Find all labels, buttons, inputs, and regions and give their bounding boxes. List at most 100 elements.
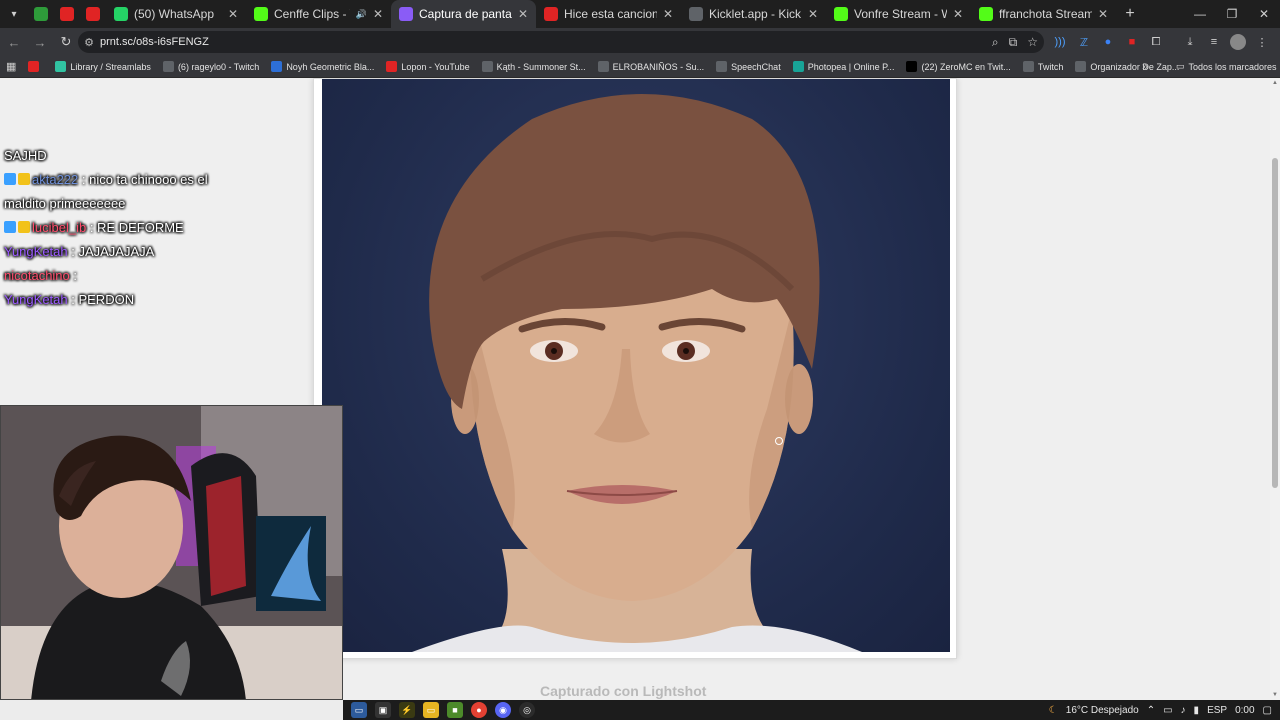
apps-grid-icon[interactable]: ▦ [0,60,22,73]
chrome-icon[interactable]: ● [471,702,487,718]
download-icon[interactable]: ⤓ [1182,34,1198,50]
address-bar[interactable]: ⚙ prnt.sc/o8s-i6sFENGZ ⌕ ⧉ ☆ [78,31,1044,53]
minimize-button[interactable]: — [1184,0,1216,28]
chat-badge-icon [4,221,16,233]
page-scrollbar[interactable]: ▲ ▼ [1270,78,1280,700]
minecraft-icon[interactable]: ■ [447,702,463,718]
scroll-up-icon[interactable]: ▲ [1272,80,1278,86]
zoom-icon[interactable]: ⌕ [992,35,999,50]
clock[interactable]: 0:00 [1235,705,1254,716]
extensions-puzzle-icon[interactable]: ⧠ [1148,34,1164,50]
tray-overflow-icon[interactable]: ⌃ [1147,705,1155,716]
browser-tab[interactable]: (50) WhatsApp ✕ [106,0,246,28]
file-explorer-icon[interactable]: ▭ [423,702,439,718]
extension-blue-icon[interactable]: ● [1100,34,1116,50]
bookmark-item[interactable]: (22) ZeroMC en Twit... [900,61,1016,72]
x-icon [906,61,918,72]
bookmark-star-icon[interactable]: ☆ [1027,35,1038,50]
battery-icon[interactable]: ▮ [1194,705,1200,716]
tab-audio-icon[interactable]: 🔊 [356,9,367,20]
chat-message: SAJHD [4,144,214,168]
browser-tab[interactable]: Kicklet.app - Kick Chatbot a ✕ [681,0,826,28]
screenshot-image[interactable] [322,79,950,652]
browser-tab[interactable]: Captura de pantalla por Lig ✕ [391,0,536,28]
bookmark-item[interactable]: SpeechChat [710,61,787,72]
bookmark-item[interactable]: Library / Streamlabs [49,61,157,72]
site-info-icon[interactable]: ⚙ [78,36,100,49]
tab-close-icon[interactable]: ✕ [373,7,383,21]
browser-tab[interactable]: Cenffe Clips - Watch Liv 🔊 ✕ [246,0,391,28]
extension-audio-icon[interactable]: ))) [1052,34,1068,50]
photopea-icon [792,61,804,72]
browser-tab[interactable] [28,0,54,28]
face-render-image [412,94,862,652]
bookmarks-bar: ▦ Library / Streamlabs (6) rageylo0 - Twi… [0,56,1280,78]
weather-text[interactable]: 16°C Despejado [1066,705,1139,716]
whatsapp-icon [114,7,128,21]
chat-message: lucibel_ib : RE DEFORME [4,216,214,240]
tab-close-icon[interactable]: ✕ [228,7,238,21]
chrome-menu-icon[interactable]: ⋮ [1254,34,1270,50]
browser-tab[interactable]: ffranchota Stream - Wa ✕ [971,0,1116,28]
bookmark-label: (22) ZeroMC en Twit... [921,61,1011,72]
discord-icon[interactable]: ◉ [495,702,511,718]
youtube-icon [86,7,100,21]
extension-translate-icon[interactable]: ℤ [1076,34,1092,50]
windows-taskbar: ▭ ▣ ⚡ ▭ ■ ● ◉ ◎ ☾ 16°C Despejado ⌃ ▭ ♪ ▮… [343,700,1280,720]
bookmark-label: Noyh Geometric Bla... [286,61,375,72]
obs-icon[interactable]: ◎ [519,702,535,718]
tab-close-icon[interactable]: ✕ [663,7,673,21]
scroll-down-icon[interactable]: ▼ [1272,692,1278,698]
language-indicator[interactable]: ESP [1207,705,1227,716]
chat-text: : PERDON [71,292,135,307]
bookmark-item[interactable]: (6) rageylo0 - Twitch [157,61,265,72]
crown-badge-icon [18,221,30,233]
network-icon[interactable]: ▭ [1163,705,1172,716]
extension-red-icon[interactable]: ■ [1124,34,1140,50]
all-bookmarks-folder[interactable]: ▭ Todos los marcadores [1176,61,1277,72]
tab-close-icon[interactable]: ✕ [953,7,963,21]
tab-close-icon[interactable]: ✕ [808,7,818,21]
back-button[interactable]: ← [2,30,26,54]
bookmark-item[interactable] [22,61,49,72]
lightshot-caption: Capturado con Lightshot [540,683,707,699]
notifications-icon[interactable]: ▢ [1263,705,1272,716]
bookmark-item[interactable]: ELROBANIÑOS - Su... [592,61,711,72]
bookmark-item[interactable]: Lopon - YouTube [380,61,475,72]
browser-tab[interactable]: Vonfre Stream - Watch Live ✕ [826,0,971,28]
tab-close-icon[interactable]: ✕ [518,7,528,21]
weather-icon[interactable]: ☾ [1049,705,1058,716]
reading-list-icon[interactable]: ≡ [1206,34,1222,50]
tab-close-icon[interactable]: ✕ [1098,7,1108,21]
noyh-icon [271,61,283,72]
install-app-icon[interactable]: ⧉ [1009,35,1018,50]
volume-icon[interactable]: ♪ [1181,705,1186,716]
restore-button[interactable]: ❐ [1216,0,1248,28]
scrollbar-thumb[interactable] [1272,158,1278,488]
browser-tab[interactable] [80,0,106,28]
app-icon-yellow[interactable]: ⚡ [399,702,415,718]
reload-button[interactable]: ↻ [54,30,78,54]
globe-icon [597,61,609,72]
profile-avatar[interactable] [1230,34,1246,50]
new-tab-button[interactable]: + [1116,0,1144,28]
bookmark-item[interactable]: Photopea | Online P... [787,61,901,72]
bookmarks-overflow-icon[interactable]: » [1142,61,1148,73]
app-icon-dark[interactable]: ▣ [375,702,391,718]
bookmark-item[interactable]: Kąth - Summoner St... [476,61,592,72]
youtube-icon [60,7,74,21]
browser-tab[interactable]: Hice esta cancion para la s ✕ [536,0,681,28]
close-window-button[interactable]: ✕ [1248,0,1280,28]
tab-search-button[interactable]: ▾ [0,0,28,28]
extensions-bar: ))) ℤ ● ■ ⧠ ⤓ ≡ ⋮ [1052,28,1270,56]
globe-icon [1022,61,1034,72]
bookmark-item[interactable]: Noyh Geometric Bla... [265,61,380,72]
globe-icon [162,61,174,72]
bookmark-item[interactable]: Organizador De Zap... [1069,61,1185,72]
browser-toolbar: ← → ↻ ⚙ prnt.sc/o8s-i6sFENGZ ⌕ ⧉ ☆ ))) ℤ… [0,28,1280,56]
forward-button[interactable]: → [28,30,52,54]
task-view-icon[interactable]: ▭ [351,702,367,718]
browser-tab[interactable] [54,0,80,28]
streamlabs-icon [55,61,67,72]
bookmark-item[interactable]: Twitch [1017,61,1070,72]
